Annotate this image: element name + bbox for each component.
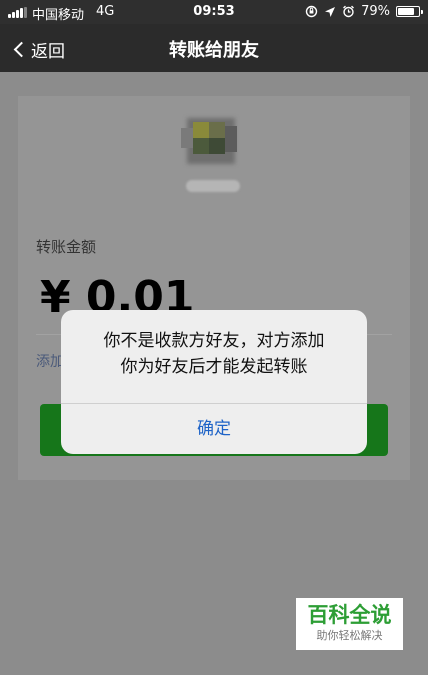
avatar[interactable] — [181, 114, 239, 170]
battery-icon — [396, 6, 423, 17]
battery-percent: 79% — [361, 4, 390, 19]
dialog-message-line1: 你不是收款方好友，对方添加 — [103, 331, 325, 351]
battery-level-fill — [398, 8, 414, 15]
alarm-icon — [343, 5, 355, 18]
page-title: 转账给朋友 — [169, 40, 259, 61]
watermark-title: 百科全说 — [307, 603, 392, 627]
orientation-lock-icon — [305, 5, 318, 18]
dialog-message: 你不是收款方好友，对方添加 你为好友后才能发起转账 — [61, 328, 367, 380]
status-right-group: 79% — [305, 4, 423, 19]
location-icon — [325, 6, 336, 17]
dialog-message-line2: 你为好友后才能发起转账 — [120, 357, 308, 377]
watermark-logo: 百科全说 助你轻松解决 — [296, 598, 403, 650]
add-note-link[interactable]: 添加 — [36, 351, 64, 371]
alert-dialog: 你不是收款方好友，对方添加 你为好友后才能发起转账 确定 — [61, 310, 367, 454]
nav-bar: 返回 转账给朋友 — [0, 24, 428, 72]
confirm-button[interactable]: 确定 — [61, 404, 367, 454]
watermark-subtitle: 助你轻松解决 — [316, 629, 383, 642]
amount-label: 转账金额 — [36, 238, 97, 256]
recipient-name-blurred — [186, 180, 240, 192]
status-bar: 中国移动 4G 09:53 79% — [0, 0, 428, 24]
